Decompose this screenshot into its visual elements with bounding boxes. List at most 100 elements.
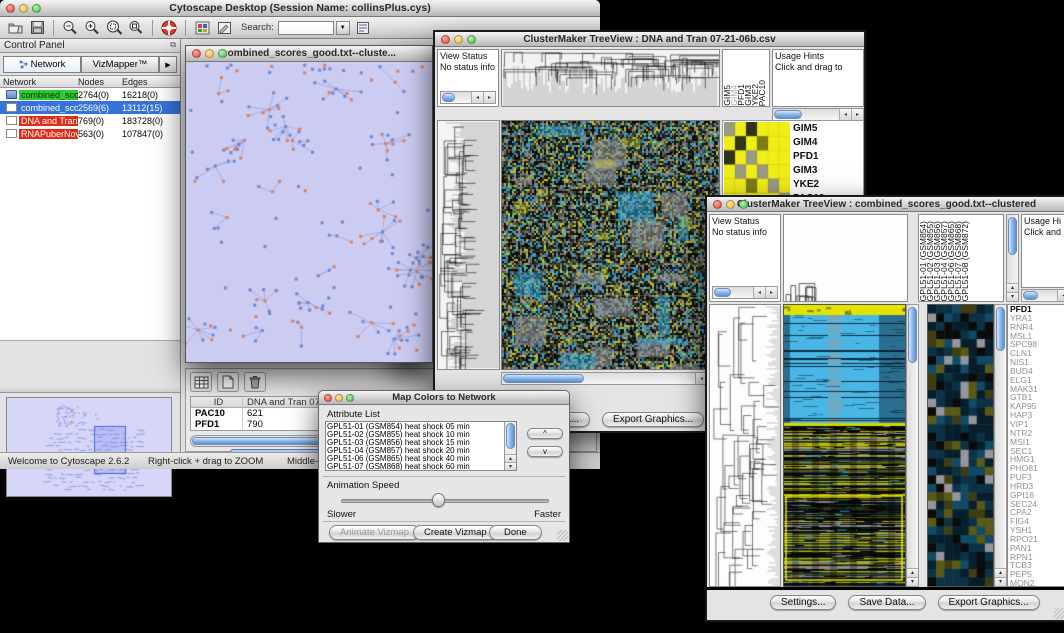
close-button[interactable]	[192, 49, 201, 58]
open-session-icon[interactable]	[6, 19, 24, 36]
minimize-button[interactable]	[726, 200, 735, 209]
network-view-canvas[interactable]	[186, 62, 432, 362]
minimize-button[interactable]	[335, 394, 343, 402]
zoom-fit-icon[interactable]	[127, 19, 145, 36]
attribute-listbox[interactable]: GPL51-01 (GSM854) heat shock 05 minGPL51…	[325, 421, 517, 471]
scroll-left-button[interactable]: ◂	[1057, 290, 1064, 301]
annotation-icon[interactable]	[215, 19, 233, 36]
create-vizmap-button[interactable]: Create Vizmap	[413, 525, 498, 540]
tv2-settings-button[interactable]: Settings...	[770, 595, 836, 610]
tv1-global-hscrollbar[interactable]: ◂▸	[501, 372, 720, 385]
minimize-button[interactable]	[205, 49, 214, 58]
tv2-column-tree-canvas[interactable]	[784, 215, 907, 301]
move-up-button[interactable]: ^	[527, 428, 563, 439]
scroll-up-button[interactable]: ▴	[995, 568, 1006, 577]
slider-thumb[interactable]	[432, 493, 445, 507]
scroll-right-button[interactable]: ▸	[483, 92, 495, 103]
tv2-labels-vscrollbar[interactable]: ▴▾	[1006, 214, 1019, 302]
zoom-in-icon[interactable]	[83, 19, 101, 36]
move-down-button[interactable]: v	[527, 446, 563, 457]
tv1-row-dendrogram[interactable]	[437, 120, 500, 370]
tab-network[interactable]: Network	[3, 56, 81, 73]
tv1-column-label[interactable]: PAC10	[759, 80, 766, 106]
scroll-right-button[interactable]: ▸	[765, 287, 777, 298]
close-button[interactable]	[324, 394, 332, 402]
network-list-row[interactable]: combined_sco 2569(6) 13112(15)	[0, 101, 180, 114]
close-button[interactable]	[6, 4, 15, 13]
scroll-down-button[interactable]: ▾	[907, 577, 918, 586]
vscroll-thumb[interactable]	[996, 307, 1005, 351]
save-session-icon[interactable]	[28, 19, 46, 36]
scroll-right-button[interactable]: ▸	[851, 109, 863, 120]
scroll-up-button[interactable]: ▴	[505, 454, 516, 462]
listbox-vscrollbar[interactable]: ▴▾	[504, 422, 516, 470]
tv1-zoom-gene[interactable]: GIM4	[793, 136, 863, 150]
tv1-column-dendrogram[interactable]	[501, 49, 720, 107]
dialog-titlebar[interactable]: Map Colors to Network	[319, 391, 569, 405]
tv1-status-hscrollbar[interactable]: ◂▸	[440, 91, 496, 104]
tv2-column-label[interactable]: GPL51-08 (GSM872)	[962, 221, 969, 301]
tv1-column-dendrogram-canvas[interactable]	[502, 50, 719, 106]
treeview-combined-titlebar[interactable]: ClusterMaker TreeView : combined_scores_…	[707, 197, 1064, 212]
tv1-row-dendrogram-canvas[interactable]	[438, 121, 499, 369]
attribute-option[interactable]: GPL51-07 (GSM868) heat shock 60 min	[327, 463, 503, 471]
delete-attribute-icon[interactable]	[244, 372, 266, 392]
tv2-row-dendrogram-canvas[interactable]	[710, 305, 780, 586]
resize-grip[interactable]	[557, 530, 568, 541]
network-table-header[interactable]: Network Nodes Edges	[0, 75, 180, 88]
tab-overflow-button[interactable]: ▶	[159, 56, 177, 73]
filter-icon[interactable]	[354, 19, 372, 36]
treeview-dna-titlebar[interactable]: ClusterMaker TreeView : DNA and Tran 07-…	[435, 32, 864, 47]
scroll-down-button[interactable]: ▾	[505, 462, 516, 470]
scroll-up-button[interactable]: ▴	[907, 568, 918, 577]
hscroll-thumb[interactable]	[774, 110, 802, 119]
minimize-button[interactable]	[19, 4, 28, 13]
tv2-usage-hscrollbar[interactable]: ◂	[1021, 289, 1064, 302]
network-view-titlebar[interactable]: combined_scores_good.txt--cluste...	[186, 46, 432, 62]
tv2-column-tree-area[interactable]	[783, 214, 908, 302]
zoom-selected-icon[interactable]	[105, 19, 123, 36]
search-input[interactable]	[278, 21, 334, 35]
resize-grip[interactable]	[1054, 608, 1064, 619]
hscroll-thumb[interactable]	[503, 374, 584, 383]
panel-splitter[interactable]	[0, 385, 180, 393]
tv1-zoom-gene[interactable]: GIM3	[793, 164, 863, 178]
scroll-down-button[interactable]: ▾	[1007, 292, 1018, 301]
zoom-button[interactable]	[739, 200, 748, 209]
network-list-row[interactable]: DNA and Tran 07 769(0) 183728(0)	[0, 114, 180, 127]
hscroll-thumb[interactable]	[714, 288, 731, 297]
tv1-zoom-gene[interactable]: YKE2	[793, 178, 863, 192]
tv1-global-heatmap[interactable]	[501, 120, 720, 370]
zoom-button[interactable]	[32, 4, 41, 13]
vizmap-icon[interactable]	[193, 19, 211, 36]
tv2-global-vscrollbar[interactable]: ▴▾	[906, 304, 919, 587]
tv1-export-graphics-button[interactable]: Export Graphics...	[602, 412, 704, 427]
tv2-zoom-heatmap-canvas[interactable]	[928, 305, 993, 586]
tv2-global-heatmap[interactable]	[783, 304, 906, 587]
vscroll-thumb[interactable]	[908, 307, 917, 363]
animation-speed-slider[interactable]	[341, 499, 549, 503]
network-list-row[interactable]: RNAPuberNov2+ 563(0) 107847(0)	[0, 127, 180, 140]
attribute-select-icon[interactable]	[190, 372, 212, 392]
tv1-zoom-gene[interactable]: GIM5	[793, 122, 863, 136]
scroll-down-button[interactable]: ▾	[995, 577, 1006, 586]
scroll-left-button[interactable]: ◂	[753, 287, 765, 298]
network-overview-panel[interactable]	[6, 397, 172, 497]
col-edges[interactable]: Edges	[122, 77, 180, 87]
col-nodes[interactable]: Nodes	[78, 77, 122, 87]
hscroll-thumb[interactable]	[1023, 291, 1038, 300]
tv2-row-dendrogram[interactable]	[709, 304, 781, 587]
hscroll-thumb[interactable]	[442, 93, 455, 102]
scroll-left-button[interactable]: ◂	[471, 92, 483, 103]
tv2-gene[interactable]: MON2	[1008, 579, 1064, 587]
network-list-row[interactable]: combined_scores 2764(0) 16218(0)	[0, 88, 180, 101]
zoom-out-icon[interactable]	[61, 19, 79, 36]
new-attribute-icon[interactable]	[217, 372, 239, 392]
col-network[interactable]: Network	[0, 77, 78, 87]
network-list-empty-area[interactable]	[0, 140, 180, 341]
zoom-button[interactable]	[467, 35, 476, 44]
done-button[interactable]: Done	[489, 525, 542, 540]
vscroll-thumb[interactable]	[506, 423, 515, 449]
vscroll-thumb[interactable]	[1008, 217, 1017, 255]
animate-vizmap-button[interactable]: Animate Vizmap	[329, 525, 420, 540]
